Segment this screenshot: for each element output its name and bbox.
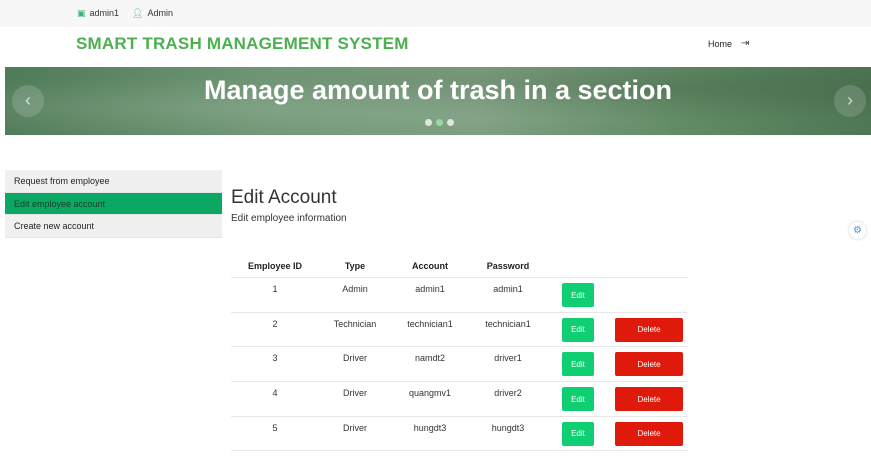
sidebar: Request from employee Edit employee acco… — [5, 170, 222, 238]
column-header-type: Type — [344, 261, 366, 271]
page-subtitle: Edit employee information — [231, 213, 347, 224]
current-user: ▣ admin1 — [77, 8, 119, 18]
cell-type: Admin — [342, 284, 368, 294]
delete-button[interactable]: Delete — [615, 387, 683, 412]
page-title: Edit Account — [231, 187, 337, 208]
carousel-next-button[interactable]: › — [834, 85, 866, 117]
cell-id: 5 — [272, 422, 278, 433]
cell-password: driver1 — [494, 353, 522, 364]
header: SMART TRASH MANAGEMENT SYSTEM Home ⇥ — [0, 27, 871, 67]
cell-account: hungdt3 — [413, 422, 447, 433]
table-row: 3 Driver namdt2 driver1 Edit Delete — [231, 347, 688, 383]
accounts-table: Employee ID Type Account Password 1 Admi… — [231, 255, 688, 452]
cell-account: admin1 — [415, 284, 445, 294]
gear-icon[interactable]: ⚙ — [849, 222, 866, 239]
table-header: Employee ID Type Account Password — [231, 255, 688, 278]
sidebar-item-request[interactable]: Request from employee — [5, 170, 222, 193]
cell-type: Driver — [343, 422, 367, 433]
column-header-password: Password — [486, 261, 530, 271]
sidebar-item-create-account[interactable]: Create new account — [5, 215, 222, 238]
logout-icon[interactable]: ⇥ — [741, 38, 749, 49]
delete-button[interactable]: Delete — [615, 421, 683, 446]
cell-account: namdt2 — [414, 353, 446, 364]
carousel-dot[interactable] — [425, 119, 432, 126]
delete-button[interactable]: Delete — [615, 317, 683, 342]
sidebar-item-edit-account[interactable]: Edit employee account — [5, 192, 222, 215]
cell-password: technician1 — [485, 318, 531, 329]
brand-title[interactable]: SMART TRASH MANAGEMENT SYSTEM — [76, 34, 409, 54]
edit-button[interactable]: Edit — [562, 317, 594, 342]
edit-button[interactable]: Edit — [562, 421, 594, 446]
column-header-account: Account — [412, 261, 448, 271]
carousel-indicators — [425, 119, 454, 126]
table-row: 1 Admin admin1 admin1 Edit — [231, 278, 688, 313]
table-row: 2 Technician technician1 technician1 Edi… — [231, 313, 688, 348]
cell-id: 4 — [272, 388, 278, 399]
nav-home-link[interactable]: Home — [708, 39, 732, 49]
table-row: 5 Driver hungdt3 hungdt3 Edit Delete — [231, 417, 688, 452]
cell-type: Driver — [343, 353, 367, 364]
cell-id: 3 — [272, 353, 278, 364]
cell-type: Driver — [343, 388, 367, 399]
column-header-id: Employee ID — [247, 261, 303, 271]
cell-id: 2 — [272, 318, 278, 329]
cell-account: technician1 — [407, 318, 453, 329]
edit-button[interactable]: Edit — [562, 352, 594, 377]
delete-button[interactable]: Delete — [615, 352, 683, 377]
cell-password: driver2 — [494, 388, 522, 399]
cell-account: quangmv1 — [408, 388, 452, 399]
carousel-dot-active[interactable] — [436, 119, 443, 126]
table-row: 4 Driver quangmv1 driver2 Edit Delete — [231, 382, 688, 417]
current-user-label: admin1 — [89, 8, 120, 18]
edit-button[interactable]: Edit — [562, 387, 594, 412]
id-card-icon: ▣ — [77, 7, 86, 18]
carousel-dot[interactable] — [447, 119, 454, 126]
cell-id: 1 — [272, 284, 278, 294]
user-icon: 👤︎ — [132, 7, 144, 18]
hero-title: Manage amount of trash in a section — [203, 75, 673, 105]
cell-password: hungdt3 — [491, 422, 525, 433]
cell-password: admin1 — [493, 284, 523, 294]
edit-button[interactable]: Edit — [562, 283, 594, 307]
current-role-label: Admin — [147, 8, 173, 18]
cell-type: Technician — [333, 318, 377, 329]
current-role: 👤︎ Admin — [132, 8, 173, 18]
top-bar: ▣ admin1 👤︎ Admin — [0, 0, 871, 27]
hero-banner: ‹ Manage amount of trash in a section › — [5, 67, 871, 135]
